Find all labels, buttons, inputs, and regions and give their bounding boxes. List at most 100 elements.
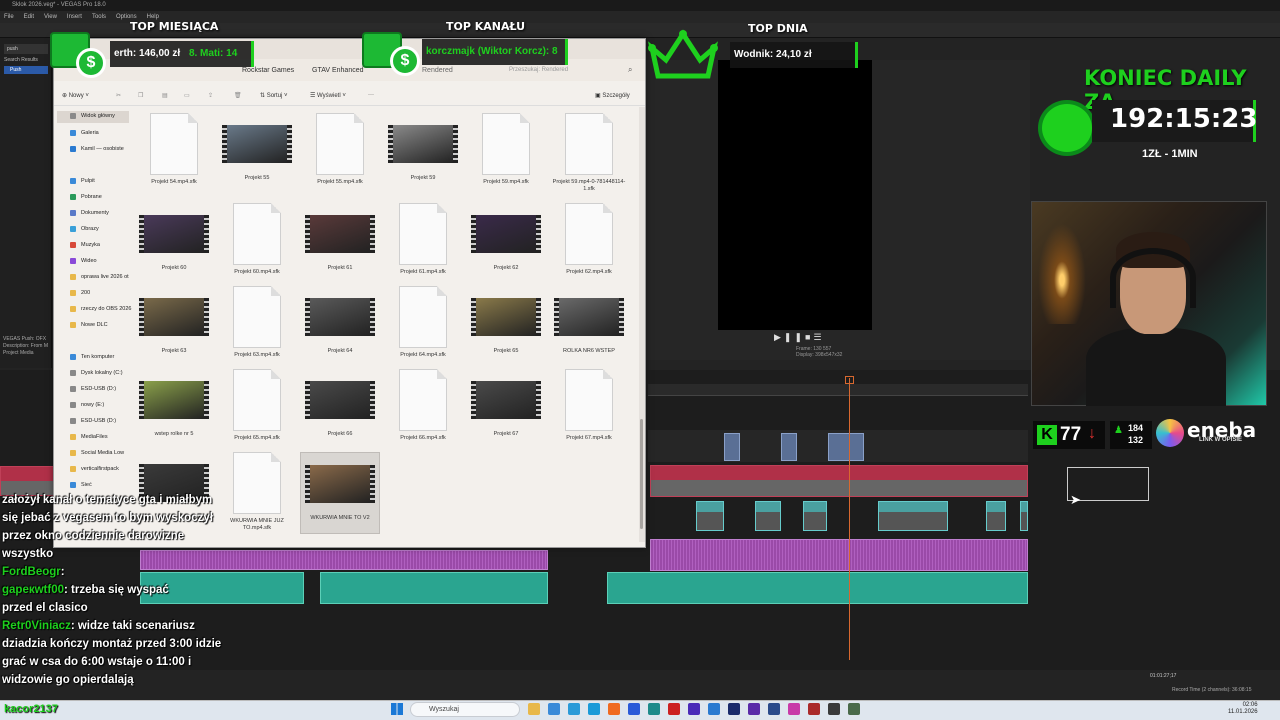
document-file[interactable]: Projekt 62.mp4.sfk	[549, 203, 629, 285]
video-file[interactable]: WKURWIA MNIE TO V2	[300, 452, 380, 534]
nav-item[interactable]: ESD-USB (D:)	[81, 416, 116, 426]
nav-item[interactable]: Dokumenty	[81, 208, 109, 218]
taskbar-app-icon[interactable]	[568, 703, 580, 715]
taskbar-app-icon[interactable]	[828, 703, 840, 715]
timeline-clip[interactable]	[1020, 501, 1028, 531]
taskbar-app-icon[interactable]	[708, 703, 720, 715]
timeline-clip[interactable]	[781, 433, 797, 461]
delete-icon[interactable]: 🗑	[234, 92, 242, 99]
timeline-clip[interactable]	[986, 501, 1006, 531]
video-file[interactable]: Projekt 65	[466, 286, 546, 368]
taskbar-app-icon[interactable]	[748, 703, 760, 715]
video-file[interactable]: Projekt 60	[134, 203, 214, 285]
preview-transport[interactable]: ▶❚❚■☰	[774, 332, 825, 343]
timeline-clip[interactable]	[724, 433, 740, 461]
taskbar-app-icon[interactable]	[808, 703, 820, 715]
nav-item[interactable]: Widok główny	[81, 111, 115, 121]
document-file[interactable]: Projekt 63.mp4.sfk	[217, 286, 297, 368]
timeline-clip[interactable]	[696, 501, 724, 531]
video-file[interactable]: Projekt 62	[466, 203, 546, 285]
menu-item[interactable]: Insert	[67, 11, 82, 23]
audio-clip[interactable]	[140, 550, 548, 570]
nav-item[interactable]: Muzyka	[81, 240, 100, 250]
nav-item[interactable]: Nowe DLC	[81, 320, 108, 330]
document-file[interactable]: Projekt 59.mp4.sfk	[466, 113, 546, 195]
document-file[interactable]: Projekt 64.mp4.sfk	[383, 286, 463, 368]
nav-item[interactable]: Pobrane	[81, 192, 102, 202]
copy-icon[interactable]: ❐	[138, 92, 143, 99]
taskbar-app-icon[interactable]	[788, 703, 800, 715]
nav-item[interactable]: MediaFiles	[81, 432, 108, 442]
taskbar-app-icon[interactable]	[528, 703, 540, 715]
menu-item[interactable]: View	[44, 11, 57, 23]
taskbar-app-icon[interactable]	[668, 703, 680, 715]
nav-item[interactable]: ESD-USB (D:)	[81, 384, 116, 394]
video-file[interactable]: wstep rolke nr 5	[134, 369, 214, 451]
taskbar-app-icon[interactable]	[688, 703, 700, 715]
paste-icon[interactable]: ▤	[162, 92, 168, 99]
video-file[interactable]: Projekt 66	[300, 369, 380, 451]
scrollbar-thumb[interactable]	[640, 419, 643, 529]
video-file[interactable]: Projekt 61	[300, 203, 380, 285]
search-icon[interactable]: ⌕	[628, 65, 632, 75]
plugin-result-item[interactable]: Push	[4, 66, 48, 74]
nav-item[interactable]: nowy (E:)	[81, 400, 104, 410]
nav-item[interactable]: verticalfirstpack	[81, 464, 119, 474]
timeline-clip[interactable]	[828, 433, 864, 461]
taskbar-app-icon[interactable]	[588, 703, 600, 715]
nav-item[interactable]: Galeria	[81, 128, 99, 138]
breadcrumb[interactable]: GTAV Enhanced	[312, 67, 364, 74]
timeline-clip[interactable]	[803, 501, 827, 531]
document-file[interactable]: Projekt 67.mp4.sfk	[549, 369, 629, 451]
document-file[interactable]: Projekt 55.mp4.sfk	[300, 113, 380, 195]
taskbar-app-icon[interactable]	[848, 703, 860, 715]
video-file[interactable]: Projekt 59	[383, 113, 463, 195]
audio-clip[interactable]	[607, 572, 1028, 604]
document-file[interactable]: Projekt 60.mp4.sfk	[217, 203, 297, 285]
document-file[interactable]: Projekt 54.mp4.sfk	[134, 113, 214, 195]
nav-item[interactable]: Ten komputer	[81, 352, 114, 362]
video-file[interactable]: ROLKA NR6 WSTEP	[549, 286, 629, 368]
taskbar-app-icon[interactable]	[648, 703, 660, 715]
video-file[interactable]: Projekt 64	[300, 286, 380, 368]
audio-clip[interactable]	[320, 572, 548, 604]
rename-icon[interactable]: ▭	[184, 92, 190, 99]
breadcrumb[interactable]: Rendered	[422, 67, 453, 74]
cut-icon[interactable]: ✂	[116, 92, 121, 99]
document-file[interactable]: WKURWIA MNIE JUZ TO.mp4.sfk	[217, 452, 297, 534]
nav-item[interactable]: Social Media Low	[81, 448, 124, 458]
timeline-clip-main[interactable]	[650, 465, 1028, 497]
video-file[interactable]: Projekt 67	[466, 369, 546, 451]
timeline-playhead[interactable]	[849, 378, 850, 660]
menu-item[interactable]: File	[4, 11, 14, 23]
windows-start-icon[interactable]	[391, 703, 403, 715]
explorer-search-input[interactable]: Przeszukaj: Rendered	[509, 67, 568, 73]
playhead-handle[interactable]	[845, 376, 854, 384]
taskbar-app-icon[interactable]	[548, 703, 560, 715]
nav-item[interactable]: Pulpit	[81, 176, 95, 186]
nav-item[interactable]: oprawa live 2026 ot	[81, 272, 129, 282]
document-file[interactable]: Projekt 66.mp4.sfk	[383, 369, 463, 451]
system-clock[interactable]: 02:06 11.01.2026	[1228, 702, 1258, 716]
timeline-clip[interactable]	[878, 501, 948, 531]
menu-item[interactable]: Edit	[24, 11, 34, 23]
video-file[interactable]: Projekt 55	[217, 113, 297, 195]
taskbar-app-icon[interactable]	[608, 703, 620, 715]
details-button[interactable]: ▣ Szczegóły	[595, 92, 630, 99]
view-button[interactable]: ☰ Wyświetl ˅	[310, 92, 346, 99]
nav-item[interactable]: Dysk lokalny (C:)	[81, 368, 123, 378]
new-button[interactable]: ⊕ Nowy ˅	[62, 92, 89, 99]
timeline-toolbar[interactable]	[140, 670, 1280, 684]
document-file[interactable]: Projekt 61.mp4.sfk	[383, 203, 463, 285]
menu-item[interactable]: Tools	[92, 11, 106, 23]
taskbar-app-icon[interactable]	[768, 703, 780, 715]
sort-button[interactable]: ⇅ Sortuj ˅	[260, 92, 288, 99]
timeline-clip[interactable]	[755, 501, 781, 531]
breadcrumb[interactable]: Rockstar Games	[242, 67, 294, 74]
timeline-ruler[interactable]	[648, 384, 1028, 396]
nav-item[interactable]: Sieć	[81, 480, 92, 490]
taskbar-search-input[interactable]: Wyszukaj	[410, 702, 520, 717]
taskbar-app-icon[interactable]	[628, 703, 640, 715]
document-file[interactable]: Projekt 65.mp4.sfk	[217, 369, 297, 451]
share-icon[interactable]: ⇪	[208, 92, 213, 99]
